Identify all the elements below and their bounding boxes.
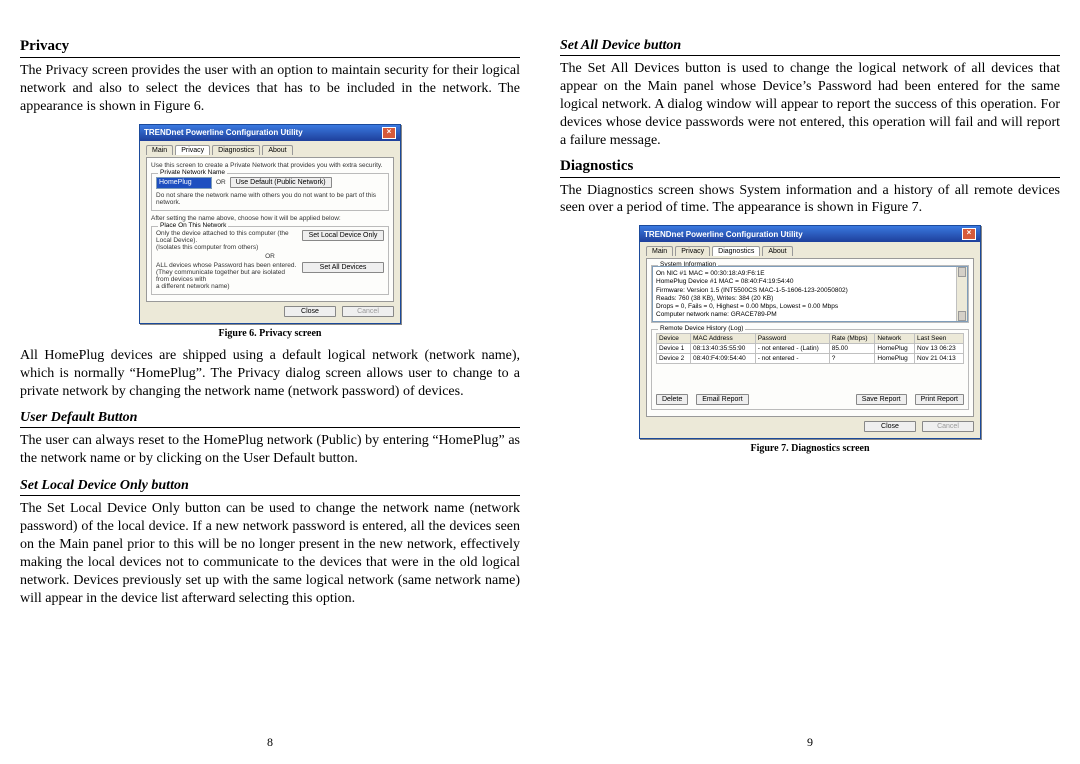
body-text: All HomePlug devices are shipped using a… xyxy=(20,347,520,401)
col-mac: MAC Address xyxy=(690,334,755,344)
or-label: OR xyxy=(156,253,384,260)
tab-main[interactable]: Main xyxy=(146,145,173,155)
col-password: Password xyxy=(755,334,829,344)
sysinfo-line: Drops = 0, Fails = 0, Highest = 0.00 Mbp… xyxy=(656,303,964,311)
tab-privacy[interactable]: Privacy xyxy=(675,246,710,256)
delete-button[interactable]: Delete xyxy=(656,394,688,405)
tab-diagnostics[interactable]: Diagnostics xyxy=(212,145,260,155)
figure-caption: Figure 7. Diagnostics screen xyxy=(560,443,1060,454)
use-default-button[interactable]: Use Default (Public Network) xyxy=(230,177,332,188)
tab-diagnostics[interactable]: Diagnostics xyxy=(712,246,760,256)
table-row: Device 1 08:13:40:35:55:90 - not entered… xyxy=(657,344,964,354)
window-titlebar: TRENDnet Powerline Configuration Utility… xyxy=(140,125,400,141)
col-device: Device xyxy=(657,334,691,344)
cancel-button: Cancel xyxy=(342,306,394,317)
email-report-button[interactable]: Email Report xyxy=(696,394,748,405)
note-text: Do not share the network name with other… xyxy=(156,192,384,206)
privacy-window: TRENDnet Powerline Configuration Utility… xyxy=(139,124,401,324)
subsection-heading: Set Local Device Only button xyxy=(20,478,520,496)
sysinfo-line: On NIC #1 MAC = 00:30:18:A9:F6:1E xyxy=(656,270,964,278)
scrollbar[interactable] xyxy=(956,267,967,321)
close-button[interactable]: Close xyxy=(284,306,336,317)
col-lastseen: Last Seen xyxy=(915,334,964,344)
fieldset-legend: Remote Device History (Log) xyxy=(658,325,745,332)
set-local-device-button[interactable]: Set Local Device Only xyxy=(302,230,384,241)
network-name-input[interactable]: HomePlug xyxy=(156,177,212,189)
page-number: 9 xyxy=(560,735,1060,750)
set-all-devices-button[interactable]: Set All Devices xyxy=(302,262,384,273)
tab-strip: Main Privacy Diagnostics About xyxy=(646,246,974,256)
tab-about[interactable]: About xyxy=(262,145,292,155)
section-heading-diagnostics: Diagnostics xyxy=(560,158,1060,178)
col-network: Network xyxy=(875,334,915,344)
fieldset-legend: Place On This Network xyxy=(158,222,228,229)
sysinfo-line: Reads: 760 (38 KB), Writes: 384 (20 KB) xyxy=(656,295,964,303)
sysinfo-line: HomePlug Device #1 MAC = 08:40:F4:19:54:… xyxy=(656,278,964,286)
device-history-table: Device MAC Address Password Rate (Mbps) … xyxy=(656,333,964,364)
subsection-heading: Set All Device button xyxy=(560,38,1060,56)
close-icon[interactable]: × xyxy=(382,127,396,139)
body-text: The user can always reset to the HomePlu… xyxy=(20,432,520,468)
page-right: Set All Device button The Set All Device… xyxy=(540,0,1080,764)
figure-caption: Figure 6. Privacy screen xyxy=(20,328,520,339)
intro-text: Use this screen to create a Private Netw… xyxy=(151,162,389,169)
tab-privacy[interactable]: Privacy xyxy=(175,145,210,155)
col-rate: Rate (Mbps) xyxy=(829,334,875,344)
tab-about[interactable]: About xyxy=(762,246,792,256)
close-icon[interactable]: × xyxy=(962,228,976,240)
subsection-heading: User Default Button xyxy=(20,410,520,428)
diagnostics-window: TRENDnet Powerline Configuration Utility… xyxy=(639,225,981,439)
body-text: The Set All Devices button is used to ch… xyxy=(560,60,1060,150)
table-row: Device 2 08:40:F4:09:54:40 - not entered… xyxy=(657,354,964,364)
sysinfo-line: Computer network name: GRACE789-PM xyxy=(656,311,964,319)
or-label: OR xyxy=(216,179,226,186)
cancel-button: Cancel xyxy=(922,421,974,432)
body-text: The Diagnostics screen shows System info… xyxy=(560,182,1060,218)
window-title: TRENDnet Powerline Configuration Utility xyxy=(644,230,803,239)
save-report-button[interactable]: Save Report xyxy=(856,394,907,405)
option-text: ALL devices whose Password has been ente… xyxy=(156,262,298,290)
window-title: TRENDnet Powerline Configuration Utility xyxy=(144,128,303,137)
close-button[interactable]: Close xyxy=(864,421,916,432)
window-titlebar: TRENDnet Powerline Configuration Utility… xyxy=(640,226,980,242)
page-number: 8 xyxy=(20,735,520,750)
print-report-button[interactable]: Print Report xyxy=(915,394,964,405)
page-left: Privacy The Privacy screen provides the … xyxy=(0,0,540,764)
page-spread: Privacy The Privacy screen provides the … xyxy=(0,0,1080,764)
system-info-box: On NIC #1 MAC = 00:30:18:A9:F6:1E HomePl… xyxy=(652,266,968,322)
sysinfo-line: Firmware: Version 1.5 (INT5500CS MAC-1-5… xyxy=(656,287,964,295)
tab-main[interactable]: Main xyxy=(646,246,673,256)
option-text: Only the device attached to this compute… xyxy=(156,230,298,251)
body-text: The Set Local Device Only button can be … xyxy=(20,500,520,607)
table-header-row: Device MAC Address Password Rate (Mbps) … xyxy=(657,334,964,344)
note-text: After setting the name above, choose how… xyxy=(151,215,389,222)
field-label: Private Network Name xyxy=(158,169,227,176)
tab-strip: Main Privacy Diagnostics About xyxy=(146,145,394,155)
body-text: The Privacy screen provides the user wit… xyxy=(20,62,520,116)
section-heading-privacy: Privacy xyxy=(20,38,520,58)
